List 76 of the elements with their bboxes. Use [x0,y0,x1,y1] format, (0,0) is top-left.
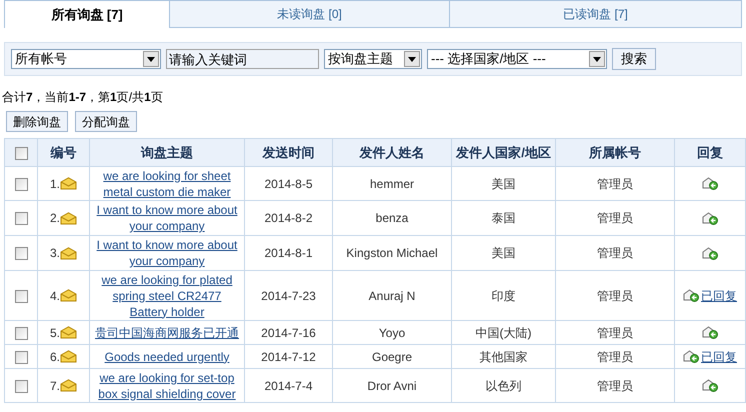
envelope-icon [60,379,77,392]
sender-name: hemmer [370,176,414,190]
reply-mail-icon[interactable] [683,350,699,363]
reply-mail-icon[interactable] [702,379,718,392]
reply-mail-icon[interactable] [702,212,718,224]
send-time: 2014-8-5 [264,176,313,190]
row-number: 6. [50,348,60,366]
sender-name: Goegre [372,350,412,364]
row-number: 5. [50,324,60,342]
account-name: 管理员 [597,350,633,364]
sender-country: 中国(大陆) [476,326,532,340]
sender-name: Kingston Michael [346,246,438,260]
sender-name: Dror Avni [367,378,417,392]
account-name: 管理员 [597,211,633,225]
account-name: 管理员 [597,246,633,260]
column-header: 所属帐号 [589,144,641,160]
reply-mail-icon[interactable] [683,289,699,302]
send-time: 2014-8-1 [264,246,313,260]
dropdown[interactable]: 所有帐号 [11,49,161,69]
column-header: 询盘主题 [141,144,193,160]
account-name: 管理员 [597,288,633,302]
send-time: 2014-7-12 [261,350,316,364]
row-number: 2. [50,210,60,227]
dropdown[interactable]: --- 选择国家/地区 --- [427,49,607,69]
sender-name: Yoyo [378,326,406,340]
checkbox[interactable] [14,247,28,260]
checkbox[interactable] [14,290,28,303]
action-button[interactable]: 删除询盘 [6,111,68,132]
replied-link[interactable]: 已回复 [701,286,737,304]
send-time: 2014-7-23 [261,288,316,302]
account-name: 管理员 [597,378,633,392]
sender-name: Anuraj N [368,288,416,302]
sender-country: 泰国 [492,211,516,225]
column-header: 发送时间 [262,144,314,160]
tab[interactable]: 已读询盘 [7] [450,0,742,27]
action-button[interactable]: 分配询盘 [75,111,137,132]
sender-country: 其他国家 [480,350,528,364]
checkbox[interactable] [14,212,28,226]
send-time: 2014-7-16 [261,326,316,340]
column-header: 回复 [697,144,723,160]
row-number: 3. [50,245,60,262]
sender-name: benza [376,211,408,225]
checkbox[interactable] [14,326,28,340]
sender-country: 美国 [492,176,516,190]
checkbox[interactable] [14,146,28,160]
tab[interactable]: 所有询盘 [7] [4,0,170,28]
row-number: 1. [50,176,60,192]
account-name: 管理员 [597,176,633,190]
sender-country: 美国 [492,246,516,260]
dropdown[interactable]: 按询盘主题 [324,49,422,69]
row-number: 4. [50,288,60,304]
account-name: 管理员 [597,326,633,340]
checkbox[interactable] [14,380,28,393]
tab[interactable]: 未读询盘 [0] [170,0,450,27]
checkbox[interactable] [14,178,28,191]
envelope-icon [60,326,77,339]
envelope-icon [60,212,77,224]
row-number: 7. [50,378,60,394]
column-header: 编号 [50,144,76,160]
summary-text: 合计7，当前1-7，第1页/共1页 [2,89,163,106]
reply-mail-icon[interactable] [702,177,718,190]
reply-mail-icon[interactable] [702,246,718,260]
checkbox[interactable] [14,350,28,364]
column-header: 发件人姓名 [360,144,424,160]
sender-country: 以色列 [486,378,522,392]
reply-mail-icon[interactable] [702,326,718,339]
envelope-icon [60,350,77,363]
column-header: 发件人国家/地区 [456,144,551,160]
keyword-field[interactable]: 请输入关键词 [166,49,319,69]
send-time: 2014-7-4 [264,378,313,392]
envelope-icon [60,246,77,260]
envelope-icon [60,177,77,190]
sender-country: 印度 [492,288,516,302]
envelope-icon [60,289,77,302]
search-button[interactable]: 搜索 [612,48,656,70]
send-time: 2014-8-2 [264,211,313,225]
